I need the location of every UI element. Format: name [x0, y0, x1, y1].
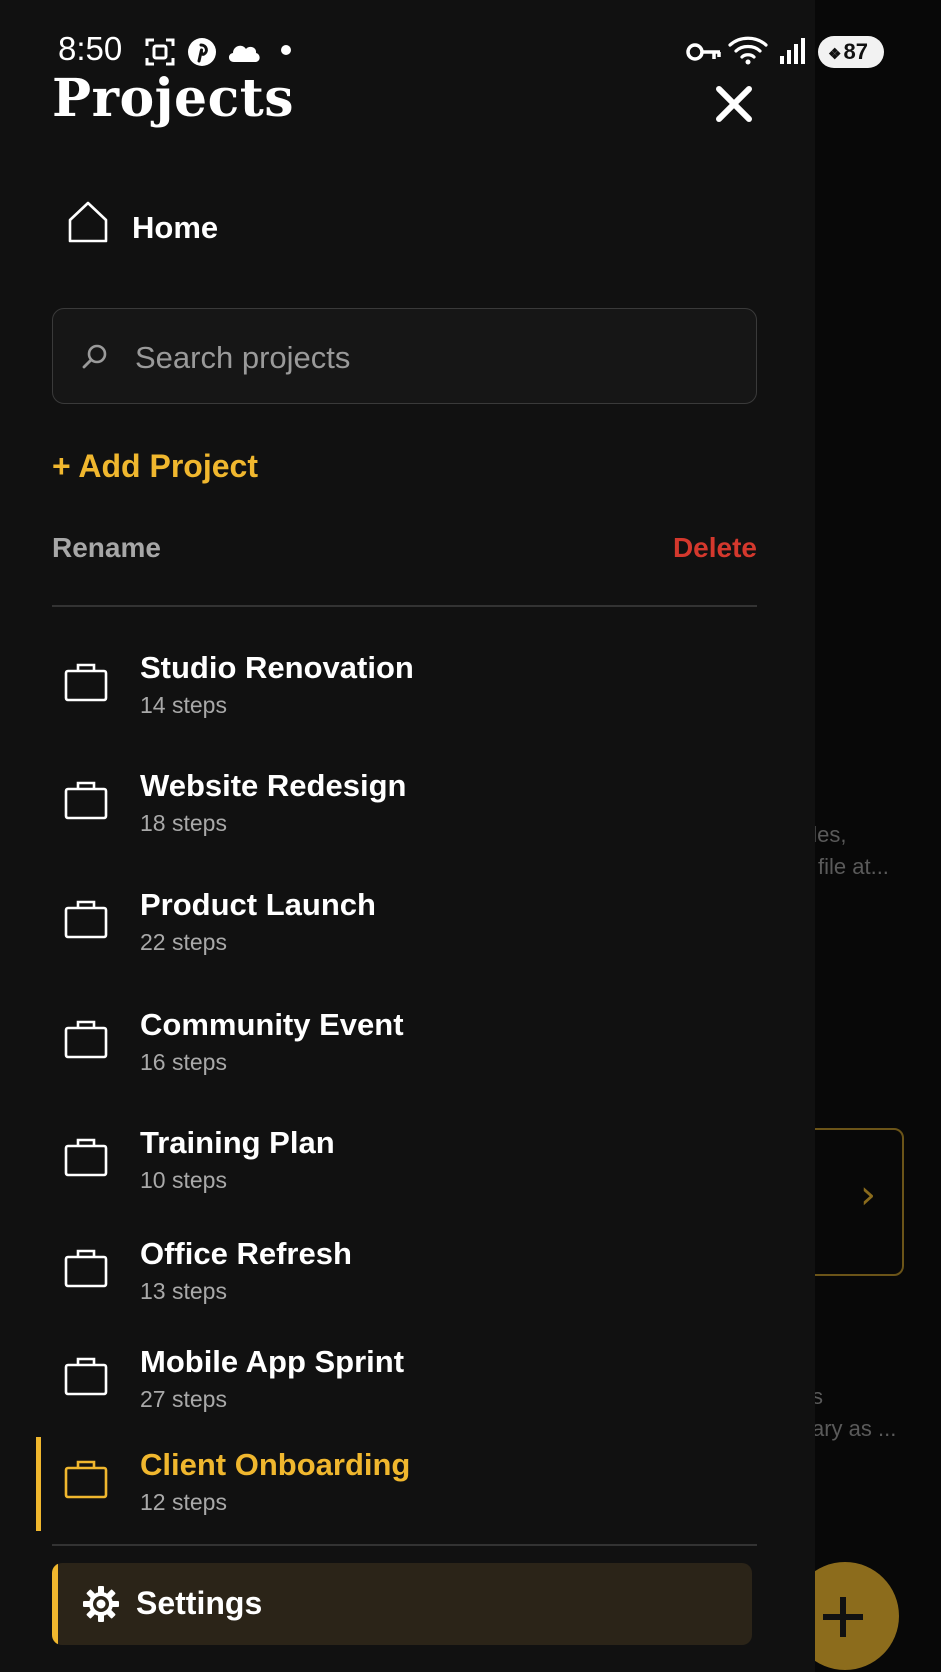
project-steps: 18 steps	[140, 810, 227, 836]
chevron-right-icon: ›	[860, 1172, 876, 1218]
project-name: Training Plan	[140, 1125, 335, 1160]
home-nav-item[interactable]: Home	[52, 196, 752, 266]
briefcase-icon	[64, 1357, 108, 1396]
project-steps: 27 steps	[140, 1386, 227, 1412]
project-item-website-redesign[interactable]: Website Redesign 18 steps	[36, 768, 756, 866]
add-project-button[interactable]: + Add Project	[52, 448, 258, 485]
screenshot-icon	[145, 38, 175, 66]
briefcase-icon	[64, 781, 108, 820]
settings-nav-item[interactable]: Settings	[52, 1563, 752, 1645]
status-bar: 8:50 ❖87	[0, 0, 941, 100]
briefcase-icon	[64, 1460, 108, 1499]
project-item-office-refresh[interactable]: Office Refresh 13 steps	[36, 1236, 756, 1334]
battery-indicator: ❖87	[818, 36, 884, 68]
pinterest-icon	[188, 38, 216, 66]
project-steps: 12 steps	[140, 1489, 227, 1515]
briefcase-icon	[64, 1020, 108, 1059]
project-name: Product Launch	[140, 887, 376, 922]
project-name: Mobile App Sprint	[140, 1344, 405, 1379]
delete-button[interactable]: Delete	[673, 532, 757, 564]
battery-saver-icon: ❖	[828, 46, 842, 63]
cloud-icon	[228, 45, 260, 62]
vpn-key-icon	[686, 43, 721, 61]
cellular-signal-icon	[780, 38, 805, 64]
project-steps: 22 steps	[140, 929, 227, 955]
active-indicator	[52, 1563, 58, 1645]
background-text: file at...	[818, 854, 889, 879]
project-item-studio-renovation[interactable]: Studio Renovation 14 steps	[36, 650, 756, 748]
background-text: ary as ...	[812, 1416, 897, 1441]
project-name: Website Redesign	[140, 768, 407, 803]
project-item-community-event[interactable]: Community Event 16 steps	[36, 1007, 756, 1105]
notification-dot-icon	[281, 45, 291, 55]
project-item-product-launch[interactable]: Product Launch 22 steps	[36, 887, 756, 985]
briefcase-icon	[64, 900, 108, 939]
project-steps: 10 steps	[140, 1167, 227, 1193]
battery-level: 87	[843, 39, 868, 64]
project-steps: 13 steps	[140, 1278, 227, 1304]
divider	[52, 605, 757, 607]
project-item-mobile-app-sprint[interactable]: Mobile App Sprint 27 steps	[36, 1344, 756, 1442]
briefcase-icon	[64, 663, 108, 702]
search-icon	[82, 344, 107, 369]
divider	[52, 1544, 757, 1546]
project-name: Community Event	[140, 1007, 404, 1042]
project-steps: 16 steps	[140, 1049, 227, 1075]
settings-label: Settings	[136, 1585, 263, 1621]
project-item-training-plan[interactable]: Training Plan 10 steps	[36, 1125, 756, 1223]
home-label: Home	[132, 210, 219, 245]
briefcase-icon	[64, 1138, 108, 1177]
screen: nles, file at... › s ary as ... Projects…	[0, 0, 941, 1672]
gear-icon	[83, 1586, 119, 1622]
wifi-icon	[728, 36, 768, 65]
search-box[interactable]	[52, 308, 757, 404]
project-name: Client Onboarding	[140, 1447, 411, 1482]
search-input[interactable]	[133, 327, 737, 389]
rename-button[interactable]: Rename	[52, 532, 161, 564]
project-name: Office Refresh	[140, 1236, 352, 1271]
project-steps: 14 steps	[140, 692, 227, 718]
home-icon	[68, 201, 108, 243]
status-time: 8:50	[58, 30, 123, 67]
projects-drawer: Projects Home + Add Project Rename Delet…	[0, 0, 815, 1672]
briefcase-icon	[64, 1249, 108, 1288]
project-item-client-onboarding[interactable]: Client Onboarding 12 steps	[36, 1437, 756, 1545]
active-indicator	[36, 1437, 41, 1531]
project-name: Studio Renovation	[140, 650, 414, 685]
